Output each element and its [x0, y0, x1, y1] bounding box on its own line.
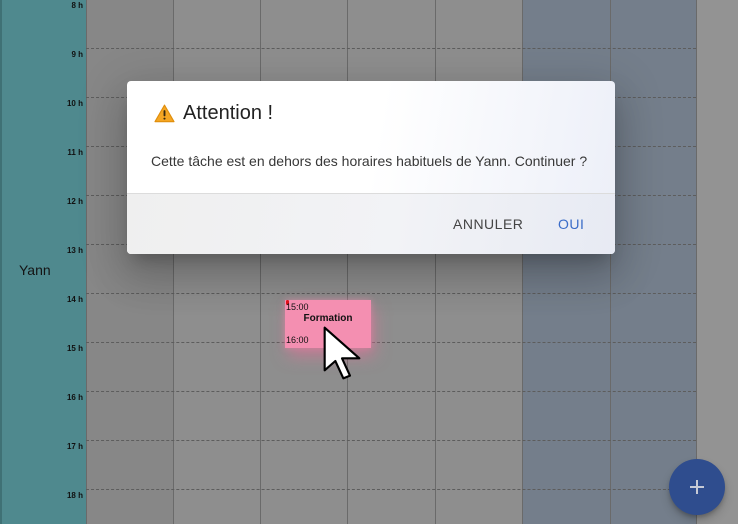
dialog-message: Cette tâche est en dehors des horaires h…: [151, 153, 588, 169]
confirm-dialog: Attention ! Cette tâche est en dehors de…: [127, 81, 615, 254]
dialog-title: Attention !: [183, 102, 274, 124]
event-title: Formation: [303, 313, 353, 324]
modal-backdrop[interactable]: [0, 0, 738, 524]
mouse-pointer-icon: [323, 326, 361, 380]
event-start-time: 15:00: [286, 302, 309, 312]
scheduler-app: Yann 8 h 9 h 10 h 11 h 12 h 13 h 14 h 15…: [0, 0, 738, 524]
warning-icon: [154, 104, 175, 123]
event-end-time: 16:00: [286, 335, 309, 345]
confirm-button[interactable]: OUI: [550, 206, 592, 242]
dialog-actions: ANNULER OUI: [127, 194, 615, 254]
cancel-button[interactable]: ANNULER: [445, 206, 531, 242]
